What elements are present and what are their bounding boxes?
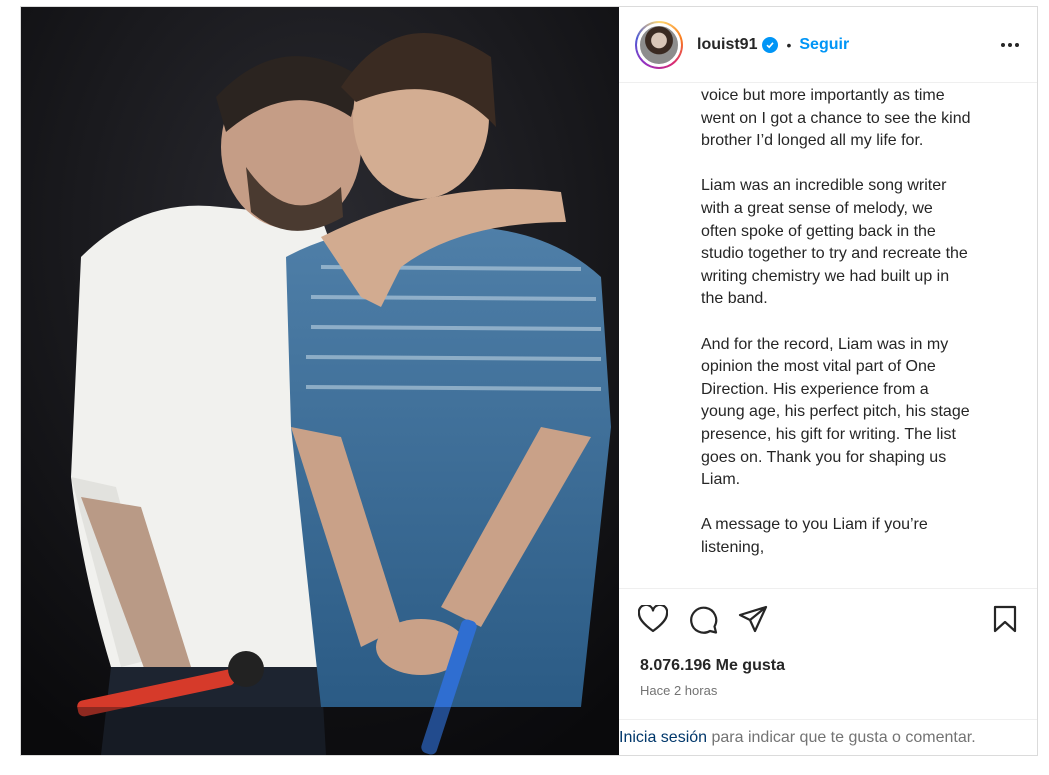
caption-paragraph: voice but more importantly as time went … bbox=[701, 87, 971, 150]
more-options-icon[interactable] bbox=[1001, 42, 1019, 47]
separator-dot: • bbox=[786, 36, 792, 53]
post-container: louist91 • Seguir voice but more importa… bbox=[20, 6, 1038, 756]
action-bar bbox=[619, 589, 1037, 649]
verified-badge-icon bbox=[762, 36, 779, 53]
heart-icon[interactable] bbox=[637, 603, 669, 635]
avatar[interactable] bbox=[635, 20, 683, 69]
post-photo bbox=[21, 7, 619, 755]
caption: voice but more importantly as time went … bbox=[619, 83, 1037, 589]
caption-paragraph: Liam was an incredible song writer with … bbox=[701, 177, 968, 308]
username[interactable]: louist91 bbox=[697, 36, 757, 54]
follow-button[interactable]: Seguir bbox=[799, 36, 849, 54]
post-header: louist91 • Seguir bbox=[619, 7, 1037, 83]
share-icon[interactable] bbox=[737, 603, 769, 635]
post-sidebar: louist91 • Seguir voice but more importa… bbox=[619, 7, 1037, 755]
avatar-image bbox=[637, 22, 681, 67]
post-media[interactable] bbox=[21, 7, 619, 755]
timestamp[interactable]: Hace 2 horas bbox=[619, 683, 1037, 698]
caption-paragraph: A message to you Liam if you’re listenin… bbox=[701, 516, 928, 556]
comment-icon[interactable] bbox=[687, 603, 719, 635]
login-link[interactable]: Inicia sesión bbox=[619, 729, 707, 747]
like-count[interactable]: 8.076.196 Me gusta bbox=[619, 657, 1037, 675]
login-prompt-text: para indicar que te gusta o comentar. bbox=[707, 728, 976, 746]
bookmark-icon[interactable] bbox=[989, 603, 1021, 635]
login-prompt: Inicia sesión para indicar que te gusta … bbox=[619, 719, 1037, 755]
caption-paragraph: And for the record, Liam was in my opini… bbox=[701, 335, 970, 489]
